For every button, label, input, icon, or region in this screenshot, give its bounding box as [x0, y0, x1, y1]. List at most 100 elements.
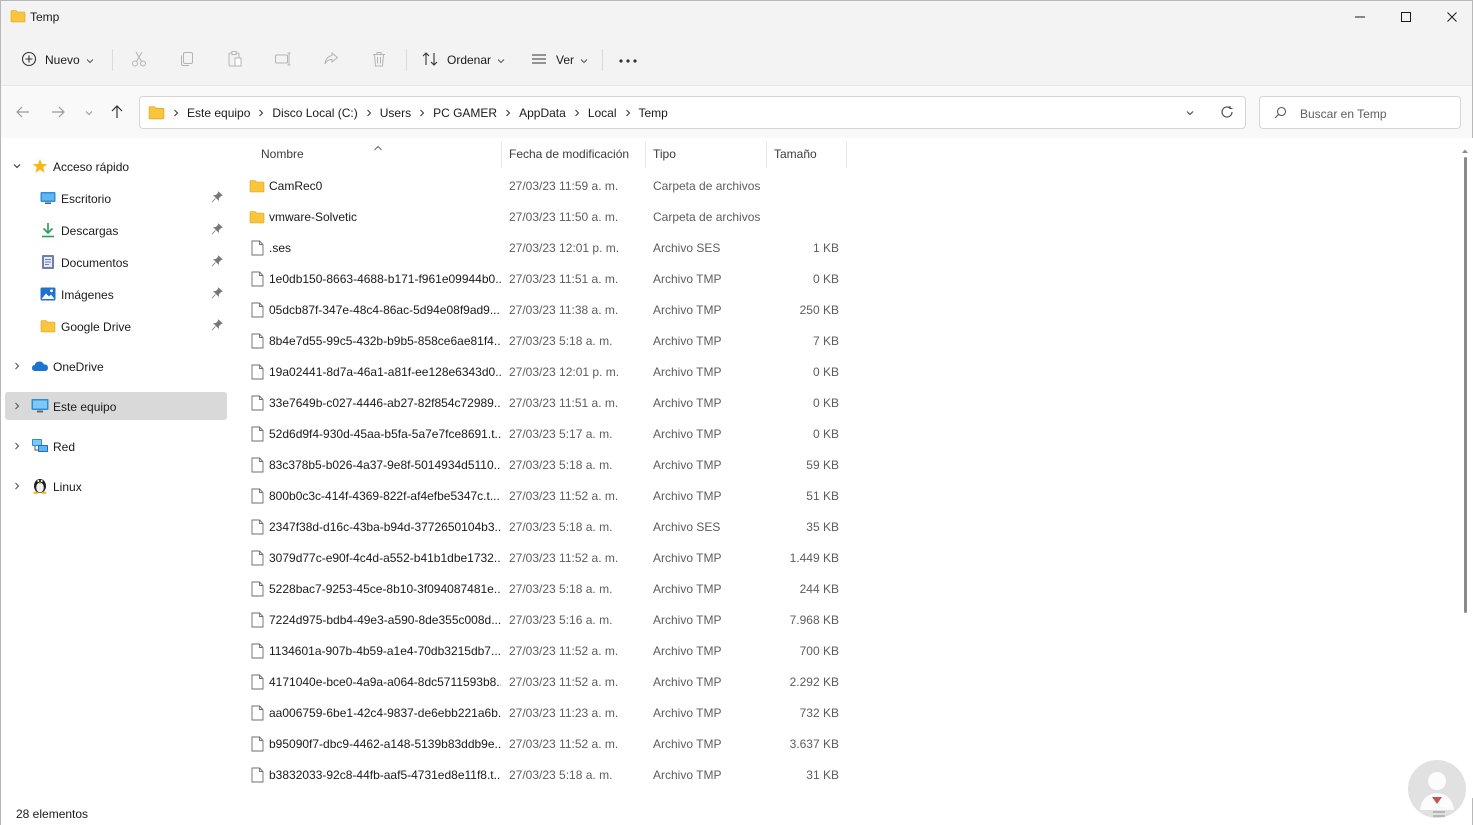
chevron-right-icon[interactable]	[11, 480, 23, 492]
back-button[interactable]	[12, 102, 34, 124]
breadcrumb-item-appdata[interactable]: AppData	[519, 106, 566, 120]
file-row[interactable]: 5228bac7-9253-45ce-8b10-3f094087481e....…	[229, 573, 849, 604]
file-size: 1.449 KB	[789, 551, 839, 565]
file-row[interactable]: b3832033-92c8-44fb-aaf5-4731ed8e11f8.t..…	[229, 759, 849, 790]
column-divider[interactable]	[846, 142, 847, 168]
breadcrumb-item-local[interactable]: Local	[588, 106, 617, 120]
chevron-right-icon[interactable]	[11, 440, 23, 452]
file-row[interactable]: 05dcb87f-347e-48c4-86ac-5d94e08f9ad9....…	[229, 294, 849, 325]
column-header-date[interactable]: Fecha de modificación	[509, 138, 629, 170]
file-row[interactable]: 1e0db150-8663-4688-b171-f961e09944b0....…	[229, 263, 849, 294]
arrow-left-icon	[15, 104, 31, 123]
file-row[interactable]: 4171040e-bce0-4a9a-a064-8dc5711593b8....…	[229, 666, 849, 697]
vertical-scrollbar[interactable]	[1464, 157, 1467, 613]
file-row[interactable]: 1134601a-907b-4b59-a1e4-70db3215db7... 27…	[229, 635, 849, 666]
file-name: 2347f38d-d16c-43ba-b94d-3772650104b3....	[269, 520, 501, 534]
file-row[interactable]: b95090f7-dbc9-4462-a148-5139b83ddb9e....…	[229, 728, 849, 759]
file-row[interactable]: 19a02441-8d7a-46a1-a81f-ee128e6343d0....…	[229, 356, 849, 387]
breadcrumb-item-local-disk[interactable]: Disco Local (C:)	[272, 106, 357, 120]
view-button[interactable]: Ver	[530, 45, 588, 75]
sidebar-item-label: Documentos	[61, 256, 129, 270]
file-icon	[249, 580, 265, 597]
sidebar-item-documents[interactable]: Documentos	[5, 248, 227, 276]
forward-button[interactable]	[47, 102, 69, 124]
sort-button[interactable]: Ordenar	[421, 45, 505, 75]
plus-circle-icon	[21, 51, 37, 70]
sidebar-item-pictures[interactable]: Imágenes	[5, 280, 227, 308]
maximize-button[interactable]	[1383, 1, 1429, 33]
breadcrumb-item-user[interactable]: PC GAMER	[433, 106, 497, 120]
column-header-name[interactable]: Nombre	[261, 138, 304, 170]
file-row[interactable]: 2347f38d-d16c-43ba-b94d-3772650104b3....…	[229, 511, 849, 542]
file-date: 27/03/23 5:18 a. m.	[509, 768, 613, 782]
sidebar-item-linux[interactable]: Linux	[5, 472, 227, 500]
chevron-right-icon	[366, 109, 372, 117]
sidebar-item-network[interactable]: Red	[5, 432, 227, 460]
file-row[interactable]: 800b0c3c-414f-4369-822f-af4efbe5347c.t..…	[229, 480, 849, 511]
file-type: Archivo TMP	[653, 644, 722, 658]
file-row[interactable]: aa006759-6be1-42c4-9837-de6ebb221a6b....…	[229, 697, 849, 728]
file-name: 19a02441-8d7a-46a1-a81f-ee128e6343d0....	[269, 365, 501, 379]
window-title: Temp	[30, 10, 60, 24]
minimize-button[interactable]	[1337, 1, 1383, 33]
more-options-button[interactable]	[618, 45, 638, 75]
file-row[interactable]: 52d6d9f4-930d-45aa-b5fa-5a7e7fce8691.t..…	[229, 418, 849, 449]
sidebar-item-onedrive[interactable]: OneDrive	[5, 352, 227, 380]
chevron-right-icon[interactable]	[11, 400, 23, 412]
chevron-right-icon[interactable]	[11, 360, 23, 372]
copy-button[interactable]	[178, 45, 196, 75]
file-date: 27/03/23 5:18 a. m.	[509, 582, 613, 596]
address-history-button[interactable]	[1180, 103, 1200, 123]
file-explorer-window: Temp Nuevo Ordenar Ver Este equipo Disco…	[0, 0, 1473, 825]
file-name: 4171040e-bce0-4a9a-a064-8dc5711593b8....	[269, 675, 501, 689]
scroll-up-arrow-icon[interactable]	[1461, 143, 1469, 157]
share-button[interactable]	[322, 45, 340, 75]
up-button[interactable]	[106, 102, 128, 124]
recent-locations-button[interactable]	[78, 102, 100, 124]
file-size: 35 KB	[806, 520, 839, 534]
paste-button[interactable]	[226, 45, 244, 75]
file-row[interactable]: CamRec0 27/03/23 11:59 a. m. Carpeta de ar…	[229, 170, 849, 201]
close-button[interactable]	[1429, 1, 1473, 33]
file-icon	[249, 270, 265, 287]
cut-icon	[130, 50, 148, 71]
file-name: 5228bac7-9253-45ce-8b10-3f094087481e....	[269, 582, 501, 596]
column-divider[interactable]	[766, 142, 767, 168]
breadcrumb-item-temp[interactable]: Temp	[639, 106, 668, 120]
sidebar-item-this-pc[interactable]: Este equipo	[5, 392, 227, 420]
address-bar[interactable]: Este equipo Disco Local (C:) Users PC GA…	[139, 96, 1246, 129]
file-name: 83c378b5-b026-4a37-9e8f-5014934d5110....	[269, 458, 501, 472]
search-box[interactable]: Buscar en Temp	[1259, 96, 1461, 129]
file-date: 27/03/23 11:23 a. m.	[509, 706, 619, 720]
file-name: 1e0db150-8663-4688-b171-f961e09944b0....	[269, 272, 501, 286]
file-row[interactable]: 33e7649b-c027-4446-ab27-82f854c72989....…	[229, 387, 849, 418]
file-row[interactable]: 3079d77c-e90f-4c4d-a552-b41b1dbe1732....…	[229, 542, 849, 573]
sidebar-item-google-drive[interactable]: Google Drive	[5, 312, 227, 340]
file-row[interactable]: 8b4e7d55-99c5-432b-b9b5-858ce6ae81f4....…	[229, 325, 849, 356]
pin-icon	[211, 191, 223, 206]
rename-button[interactable]	[274, 45, 292, 75]
delete-button[interactable]	[370, 45, 388, 75]
file-icon	[249, 487, 265, 504]
breadcrumb-item-this-pc[interactable]: Este equipo	[187, 106, 250, 120]
file-type: Archivo SES	[653, 520, 721, 534]
trash-icon	[370, 50, 388, 71]
column-divider[interactable]	[645, 142, 646, 168]
cut-button[interactable]	[130, 45, 148, 75]
new-button[interactable]: Nuevo	[21, 45, 94, 75]
sidebar-item-quick-access[interactable]: Acceso rápido	[5, 152, 227, 180]
chevron-down-icon[interactable]	[11, 160, 23, 172]
column-divider[interactable]	[501, 142, 502, 168]
file-row[interactable]: .ses 27/03/23 12:01 p. m. Archivo SES 1 KB	[229, 232, 849, 263]
file-date: 27/03/23 11:59 a. m.	[509, 179, 619, 193]
breadcrumb-item-users[interactable]: Users	[380, 106, 411, 120]
file-row[interactable]: 7224d975-bdb4-49e3-a590-8de355c008d... 27…	[229, 604, 849, 635]
sidebar-item-downloads[interactable]: Descargas	[5, 216, 227, 244]
column-header-type[interactable]: Tipo	[653, 138, 676, 170]
refresh-button[interactable]	[1217, 103, 1237, 123]
file-date: 27/03/23 11:52 a. m.	[509, 737, 619, 751]
file-row[interactable]: 83c378b5-b026-4a37-9e8f-5014934d5110....…	[229, 449, 849, 480]
column-header-size[interactable]: Tamaño	[774, 138, 817, 170]
sidebar-item-desktop[interactable]: Escritorio	[5, 184, 227, 212]
file-row[interactable]: vmware-Solvetic 27/03/23 11:50 a. m. Carpe…	[229, 201, 849, 232]
